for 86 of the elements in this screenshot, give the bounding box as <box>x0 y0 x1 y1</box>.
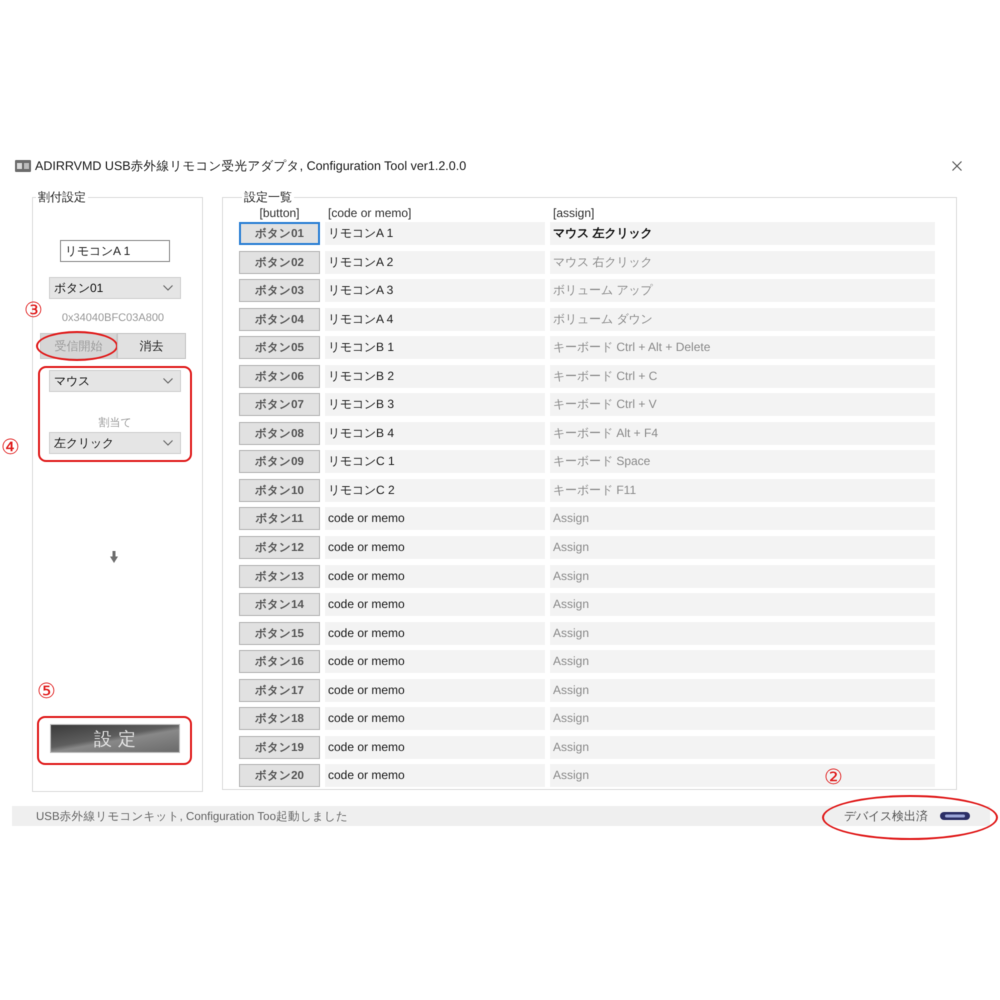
assign-value: Assign <box>550 650 935 674</box>
code-field[interactable]: リモコンC 2 <box>325 478 545 502</box>
group-title: 設定一覧 <box>243 190 293 204</box>
assign-value: キーボード Space <box>550 450 935 474</box>
callout-number: ⑤ <box>37 680 56 704</box>
code-field[interactable]: リモコンA 3 <box>325 279 545 302</box>
chevron-down-icon <box>163 285 173 291</box>
row-button[interactable]: ボタン02 <box>239 250 320 274</box>
row-button[interactable]: ボタン18 <box>239 707 320 730</box>
assign-value: ボリューム ダウン <box>550 308 935 331</box>
row-button[interactable]: ボタン16 <box>239 650 320 674</box>
assign-value: Assign <box>550 536 935 560</box>
assign-value: キーボード Ctrl + Alt + Delete <box>550 336 935 360</box>
connection-indicator-icon <box>940 812 970 820</box>
code-field[interactable]: code or memo <box>325 622 545 645</box>
row-button[interactable]: ボタン11 <box>239 507 320 530</box>
code-field[interactable]: リモコンA 2 <box>325 250 545 274</box>
assign-value: Assign <box>550 736 935 759</box>
row-button[interactable]: ボタン15 <box>239 622 320 645</box>
code-field[interactable]: code or memo <box>325 678 545 702</box>
code-field[interactable]: code or memo <box>325 650 545 674</box>
code-field[interactable]: code or memo <box>325 593 545 616</box>
dropdown[interactable]: ボタン01 <box>49 277 181 299</box>
assign-label: 割当て <box>98 416 132 430</box>
row-button[interactable]: ボタン03 <box>239 279 320 302</box>
row-button[interactable]: ボタン01 <box>239 222 320 245</box>
dropdown[interactable]: マウス <box>49 370 181 392</box>
row-button[interactable]: ボタン13 <box>239 564 320 588</box>
code-field[interactable]: code or memo <box>325 707 545 730</box>
assign-value: マウス 左クリック <box>550 222 935 245</box>
window-title: ADIRRVMD USB赤外線リモコン受光アダプタ, Configuration Tool ver1.2.0.0 <box>35 158 466 174</box>
row-button[interactable]: ボタン08 <box>239 422 320 445</box>
assign-value: ボリューム アップ <box>550 279 935 302</box>
callout-number: ③ <box>24 299 43 323</box>
row-button[interactable]: ボタン14 <box>239 593 320 616</box>
code-field[interactable]: code or memo <box>325 536 545 560</box>
row-button[interactable]: ボタン12 <box>239 536 320 560</box>
callout-number: ② <box>824 766 843 790</box>
row-button[interactable]: ボタン06 <box>239 364 320 388</box>
code-field[interactable]: code or memo <box>325 764 545 788</box>
code-field[interactable]: リモコンB 2 <box>325 364 545 388</box>
assign-value: Assign <box>550 678 935 702</box>
group-title: 割付設定 <box>37 190 87 204</box>
code-field[interactable]: リモコンC 1 <box>325 450 545 474</box>
app-icon <box>15 160 31 172</box>
code-field[interactable]: code or memo <box>325 736 545 759</box>
code-field[interactable]: code or memo <box>325 507 545 530</box>
action-button[interactable]: 消去 <box>117 333 186 359</box>
apply-button[interactable]: 設定 <box>50 724 180 753</box>
assign-value: キーボード Ctrl + V <box>550 393 935 416</box>
column-header: [button] <box>258 206 301 220</box>
assign-value: キーボード Alt + F4 <box>550 422 935 445</box>
assign-value: Assign <box>550 593 935 616</box>
column-header: [code or memo] <box>327 206 412 220</box>
assign-value: キーボード Ctrl + C <box>550 364 935 388</box>
callout-number: ④ <box>1 436 20 460</box>
assign-value: Assign <box>550 564 935 588</box>
status-message: USB赤外線リモコンキット, Configuration Too起動しました <box>36 810 348 824</box>
row-button[interactable]: ボタン05 <box>239 336 320 360</box>
code-field[interactable]: リモコンB 4 <box>325 422 545 445</box>
row-button[interactable]: ボタン19 <box>239 736 320 759</box>
code-field[interactable]: リモコンB 3 <box>325 393 545 416</box>
assign-value: Assign <box>550 707 935 730</box>
chevron-down-icon <box>163 440 173 446</box>
row-button[interactable]: ボタン17 <box>239 678 320 702</box>
code-field[interactable]: リモコンB 1 <box>325 336 545 360</box>
code-field[interactable]: リモコンA 4 <box>325 308 545 331</box>
chevron-down-icon <box>163 378 173 384</box>
dropdown[interactable]: 左クリック <box>49 432 181 454</box>
assign-value: Assign <box>550 622 935 645</box>
assign-value: マウス 右クリック <box>550 250 935 274</box>
row-button[interactable]: ボタン10 <box>239 478 320 502</box>
close-icon[interactable] <box>952 161 962 171</box>
row-button[interactable]: ボタン20 <box>239 764 320 788</box>
ir-code-text: 0x34040BFC03A800 <box>60 311 166 325</box>
row-button[interactable]: ボタン09 <box>239 450 320 474</box>
row-button[interactable]: ボタン07 <box>239 393 320 416</box>
device-status: デバイス検出済 <box>844 808 928 824</box>
assign-value: Assign <box>550 507 935 530</box>
code-field[interactable]: リモコンA 1 <box>325 222 545 245</box>
column-header: [assign] <box>552 206 596 220</box>
row-button[interactable]: ボタン04 <box>239 308 320 331</box>
name-field[interactable]: リモコンA 1 <box>60 240 170 262</box>
code-field[interactable]: code or memo <box>325 564 545 588</box>
assign-value: キーボード F11 <box>550 478 935 502</box>
arrow-down-icon <box>110 551 118 563</box>
